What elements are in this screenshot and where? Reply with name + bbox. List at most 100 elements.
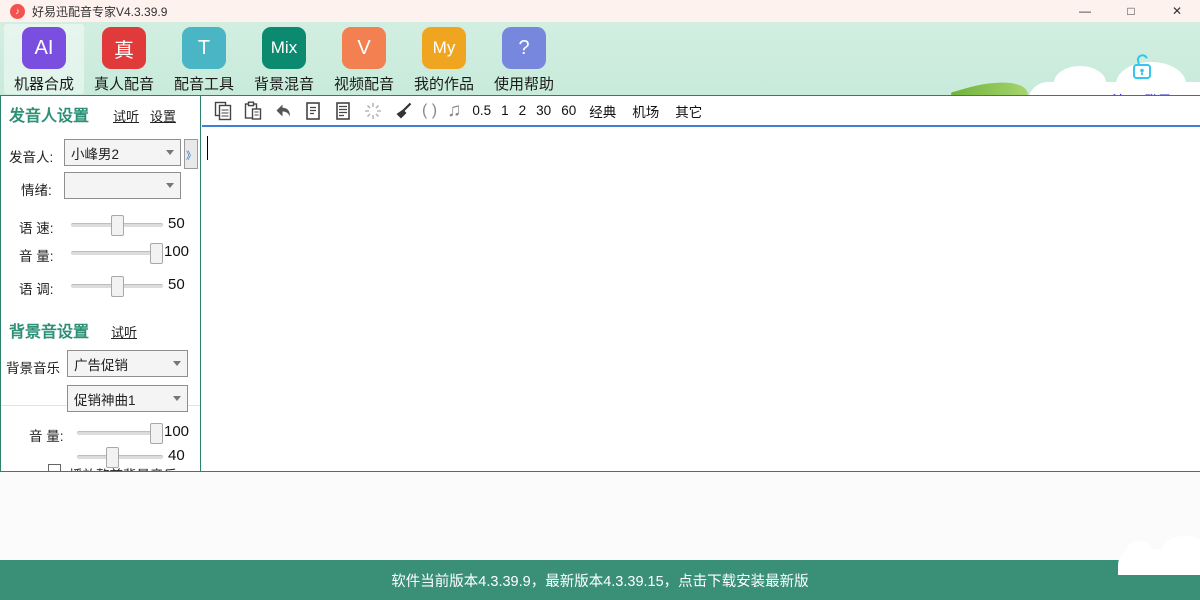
editor-panel: ( ) ♫ 0.5 1 2 30 60 经典 机场 其它 (202, 96, 1200, 471)
editor-toolbar: ( ) ♫ 0.5 1 2 30 60 经典 机场 其它 (202, 96, 1200, 127)
pitch-value: 50 (168, 276, 185, 293)
volume-slider-thumb[interactable] (150, 243, 163, 264)
speaker-select[interactable]: 小峰男2 (64, 139, 181, 166)
volume-slider-row: 音 量: 100 (1, 243, 201, 265)
preset-classic[interactable]: 经典 (589, 101, 616, 121)
settings-sidebar: 发音人设置 试听 设置 发音人: 小峰男2 》 情绪: 语 速: 50 (1, 96, 201, 471)
pitch-slider-thumb[interactable] (111, 276, 124, 297)
sparkle-icon[interactable] (362, 100, 384, 122)
maximize-button[interactable]: □ (1108, 0, 1154, 22)
bgm-track-select[interactable]: 促销神曲1 (67, 385, 188, 412)
chevron-down-icon (173, 361, 181, 366)
insert-pause-60[interactable]: 60 (561, 103, 576, 118)
insert-pause-1[interactable]: 1 (501, 103, 509, 118)
nav-tab-label: 配音工具 (174, 73, 234, 94)
window-controls: — □ ✕ (1062, 0, 1200, 22)
bgm-volume-slider-row: 音 量: 100 (1, 423, 201, 445)
speaker-label: 发音人: (9, 146, 53, 166)
human-dubbing-icon: 真 (102, 27, 146, 69)
header-nav: AI 机器合成 真 真人配音 T 配音工具 Mix 背景混音 V 视频配音 My… (0, 22, 1200, 95)
bgm-audition-link[interactable]: 试听 (111, 322, 137, 341)
window-title: 好易迅配音专家V4.3.39.9 (32, 3, 167, 20)
emotion-label: 情绪: (21, 179, 52, 199)
volume-slider[interactable] (71, 251, 163, 255)
nav-tab-background-mix[interactable]: Mix 背景混音 (244, 24, 324, 94)
parentheses-icon[interactable]: ( ) (422, 102, 437, 120)
chevron-down-icon (166, 150, 174, 155)
bgm-volume-label: 音 量: (29, 425, 64, 445)
chevron-down-icon (166, 183, 174, 188)
play-full-bgm-checkbox[interactable] (48, 464, 61, 471)
document-icon[interactable] (302, 100, 324, 122)
voice-settings-title: 发音人设置 (9, 102, 89, 126)
close-button[interactable]: ✕ (1154, 0, 1200, 22)
volume-label: 音 量: (19, 245, 54, 265)
speed-label: 语 速: (19, 217, 54, 237)
nav-tab-label: 视频配音 (334, 73, 394, 94)
music-note-icon[interactable]: ♫ (447, 100, 461, 122)
insert-pause-0.5[interactable]: 0.5 (472, 103, 491, 118)
insert-pause-2[interactable]: 2 (519, 103, 527, 118)
nav-tab-label: 我的作品 (414, 73, 474, 94)
voice-config-link[interactable]: 设置 (150, 106, 176, 125)
volume-value: 100 (164, 243, 189, 260)
preset-other[interactable]: 其它 (675, 101, 702, 121)
help-icon: ? (502, 27, 546, 69)
nav-tab-video-dubbing[interactable]: V 视频配音 (324, 24, 404, 94)
insert-pause-30[interactable]: 30 (536, 103, 551, 118)
nav-tab-label: 机器合成 (14, 73, 74, 94)
chevron-down-icon (173, 396, 181, 401)
emotion-select[interactable] (64, 172, 181, 199)
bgm-volume-value: 100 (164, 423, 189, 440)
dubbing-tools-icon: T (182, 27, 226, 69)
copy-icon[interactable] (212, 100, 234, 122)
update-notice-link[interactable]: 软件当前版本4.3.39.9，最新版本4.3.39.15，点击下载安装最新版 (391, 570, 808, 591)
play-full-bgm-label: 播放整首背景音乐 (69, 464, 177, 471)
nav-tab-my-works[interactable]: My 我的作品 (404, 24, 484, 94)
ai-synthesis-icon: AI (22, 27, 66, 69)
bgm-category-select[interactable]: 广告促销 (67, 350, 188, 377)
speaker-value: 小峰男2 (71, 143, 162, 163)
speaker-expand-button[interactable]: 》 (184, 139, 198, 169)
nav-tab-label: 使用帮助 (494, 73, 554, 94)
my-works-icon: My (422, 27, 466, 69)
nav-tab-dubbing-tools[interactable]: T 配音工具 (164, 24, 244, 94)
pitch-label: 语 调: (19, 278, 54, 298)
bgm-volume-slider[interactable] (77, 431, 163, 435)
unlock-icon (1129, 52, 1155, 82)
bgm-label: 背景音乐 (6, 357, 60, 377)
nav-tab-machine-synthesis[interactable]: AI 机器合成 (4, 24, 84, 94)
module-tabs: AI 机器合成 真 真人配音 T 配音工具 Mix 背景混音 V 视频配音 My… (4, 24, 564, 94)
save-icon[interactable] (332, 100, 354, 122)
broom-icon[interactable] (392, 100, 414, 122)
pitch-slider-row: 语 调: 50 (1, 276, 201, 298)
speed-slider-thumb[interactable] (111, 215, 124, 236)
nav-tab-help[interactable]: ? 使用帮助 (484, 24, 564, 94)
app-logo-icon: ♪ (10, 4, 25, 19)
undo-icon[interactable] (272, 100, 294, 122)
nav-tab-label: 背景混音 (254, 73, 314, 94)
bgm-volume-slider-thumb[interactable] (150, 423, 163, 444)
nav-tab-label: 真人配音 (94, 73, 154, 94)
voice-audition-link[interactable]: 试听 (113, 106, 139, 125)
transport-bar: 00:00:00 ... ♫ 转换 ▶ 播放 OFF 导出 00:00:00 (0, 472, 1200, 560)
speed-slider[interactable] (71, 223, 163, 227)
titlebar: ♪ 好易迅配音专家V4.3.39.9 — □ ✕ (0, 0, 1200, 22)
bgm-track-value: 促销神曲1 (74, 389, 169, 409)
bgm-extra-slider[interactable] (77, 455, 163, 459)
pitch-slider[interactable] (71, 284, 163, 288)
video-dubbing-icon: V (342, 27, 386, 69)
speed-value: 50 (168, 215, 185, 232)
bgm-extra-value: 40 (168, 447, 185, 464)
bgm-category-value: 广告促销 (74, 354, 169, 374)
speed-slider-row: 语 速: 50 (1, 215, 201, 237)
script-text-input[interactable] (202, 129, 1200, 471)
minimize-button[interactable]: — (1062, 0, 1108, 22)
preset-airport[interactable]: 机场 (632, 101, 659, 121)
cloud-decoration-bottom (1118, 549, 1200, 575)
nav-tab-human-dubbing[interactable]: 真 真人配音 (84, 24, 164, 94)
bgm-settings-title: 背景音设置 (9, 318, 89, 342)
paste-icon[interactable] (242, 100, 264, 122)
background-mix-icon: Mix (262, 27, 306, 69)
update-footer: 软件当前版本4.3.39.9，最新版本4.3.39.15，点击下载安装最新版 (0, 560, 1200, 600)
